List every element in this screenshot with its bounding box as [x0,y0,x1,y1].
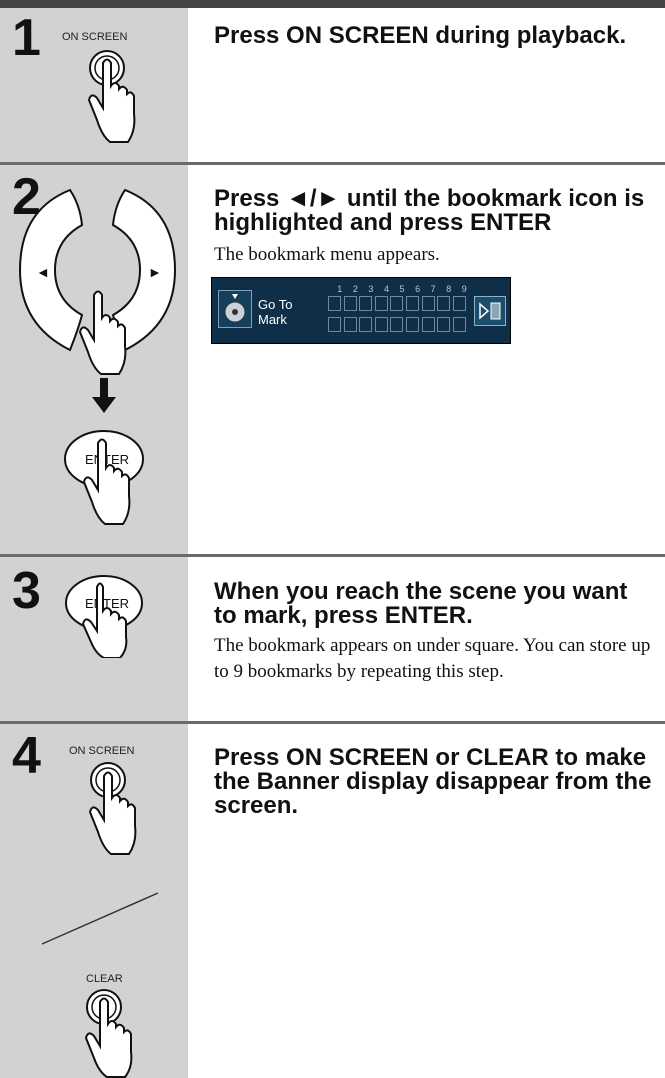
left-arrow-button-icon [18,188,84,352]
pointing-hand-icon [78,290,127,375]
step-description: The bookmark menu appears. [214,244,440,265]
bookmark-slot [437,317,451,332]
right-arrow-icon: ► [148,264,162,280]
bookmark-number: 9 [461,284,467,294]
step-2: 2 ◄ ► ENTER Press ◄/► until the bookmark… [0,165,665,554]
bookmark-slot [406,317,419,332]
bookmark-slot [437,296,451,311]
step-3-continuation [0,658,665,721]
enter-button-illustration: ENTER [65,575,143,659]
bookmark-slot [359,317,373,332]
bookmark-slot [421,317,435,332]
on-screen-label: ON SCREEN [62,31,127,43]
bookmark-numbers: 1 2 3 4 5 6 7 8 9 [332,284,472,296]
bookmark-slot [328,296,341,311]
top-rule [0,0,665,8]
step-3: 3 ENTER When you reach the scene you wan… [0,557,665,682]
bookmark-slot [452,296,466,311]
bookmark-slot [421,296,435,311]
next-icon [474,296,506,326]
bookmark-slot [343,317,357,332]
arrow-enter-illustration: ◄ ► ENTER [18,188,177,525]
bookmark-number: 8 [446,284,452,294]
bookmark-disc-icon [218,290,252,328]
on-screen-clear-illustration: ON SCREEN CLEAR [41,745,159,1078]
step-title: Press ON SCREEN or CLEAR to make the Ban… [214,744,652,819]
step-title: When you reach the scene you want to mar… [214,578,628,629]
bookmark-number: 7 [430,284,436,294]
bookmark-number: 2 [352,284,358,294]
bookmark-slot [343,296,357,311]
bookmark-slot [406,296,419,311]
bookmark-number: 6 [415,284,421,294]
bookmark-slot [390,317,404,332]
step-title: Press ◄/► until the bookmark icon is hig… [214,185,645,236]
enter-label: ENTER [85,452,129,467]
bookmark-slot [452,317,466,332]
bookmark-number: 1 [337,284,343,294]
down-arrow-icon [100,378,108,398]
bookmark-grid [328,296,470,340]
bookmark-number: 5 [399,284,405,294]
clear-label: CLEAR [86,973,123,985]
bookmark-slot [374,296,388,311]
bookmark-number: 3 [368,284,374,294]
step-1: 1 ON SCREEN Press ON SCREEN during playb… [0,8,665,162]
on-screen-button-illustration: ON SCREEN [62,31,136,143]
bookmark-menu: Go To Mark 1 2 3 4 5 6 7 8 9 [211,277,511,344]
bookmark-slot [390,296,404,311]
bookmark-slot [374,317,388,332]
step-4: 4 ON SCREEN CLEAR Press ON SCREEN or CLE… [0,724,665,1078]
go-to-mark-label: Go To Mark [258,297,293,327]
bookmark-number: 4 [383,284,389,294]
divider-line [41,892,159,945]
bookmark-slot [359,296,373,311]
on-screen-label: ON SCREEN [69,745,134,757]
left-arrow-icon: ◄ [36,264,50,280]
bookmark-slot [328,317,341,332]
step-title: Press ON SCREEN during playback. [214,22,627,49]
